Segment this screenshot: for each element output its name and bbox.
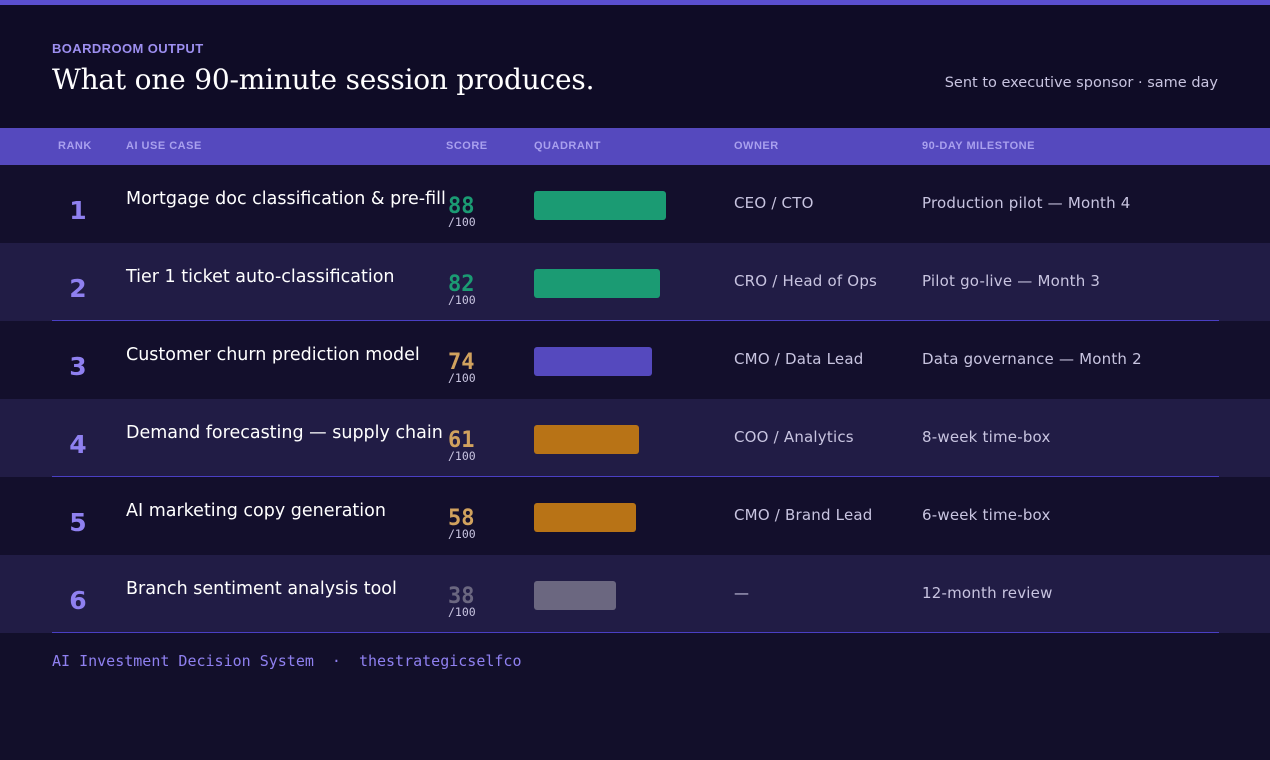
rank-number: 3 <box>69 352 87 381</box>
column-header-use-case: AI USE CASE <box>126 140 202 152</box>
milestone: Production pilot — Month 4 <box>922 194 1131 212</box>
table-header: RANK AI USE CASE SCORE QUADRANT OWNER 90… <box>0 128 1270 165</box>
owner: COO / Analytics <box>734 428 854 446</box>
footer-separator: · <box>331 652 341 670</box>
milestone: Data governance — Month 2 <box>922 350 1142 368</box>
owner: — <box>734 584 750 602</box>
rank-number: 6 <box>69 586 87 615</box>
score-denominator: /100 <box>448 215 476 229</box>
quadrant-bar <box>534 347 652 376</box>
score-denominator: /100 <box>448 527 476 541</box>
footer-product-name: AI Investment Decision System <box>52 652 314 670</box>
quadrant-bar <box>534 269 660 298</box>
use-case-name: Customer churn prediction model <box>126 345 420 365</box>
table-row[interactable]: 6 Branch sentiment analysis tool 38 /100… <box>0 555 1270 633</box>
score-denominator: /100 <box>448 371 476 385</box>
rank-number: 2 <box>69 274 87 303</box>
score-denominator: /100 <box>448 449 476 463</box>
page-title: What one 90-minute session produces. <box>52 63 595 96</box>
column-header-quadrant: QUADRANT <box>534 140 601 152</box>
row-divider <box>52 632 1219 633</box>
score-denominator: /100 <box>448 293 476 307</box>
quadrant-bar <box>534 503 636 532</box>
milestone: 6-week time-box <box>922 506 1051 524</box>
table-body: 1 Mortgage doc classification & pre-fill… <box>0 165 1270 633</box>
milestone: Pilot go-live — Month 3 <box>922 272 1101 290</box>
rank-number: 5 <box>69 508 87 537</box>
column-header-owner: OWNER <box>734 140 779 152</box>
score-denominator: /100 <box>448 605 476 619</box>
column-header-score: SCORE <box>446 140 488 152</box>
owner: CRO / Head of Ops <box>734 272 878 290</box>
milestone: 12-month review <box>922 584 1053 602</box>
table-row[interactable]: 2 Tier 1 ticket auto-classification 82 /… <box>0 243 1270 321</box>
use-case-name: Branch sentiment analysis tool <box>126 579 397 599</box>
footer-brand: thestrategicselfco <box>358 652 522 670</box>
rank-number: 1 <box>69 196 87 225</box>
column-header-milestone: 90-DAY MILESTONE <box>922 140 1035 152</box>
quadrant-bar <box>534 191 666 220</box>
owner: CMO / Brand Lead <box>734 506 873 524</box>
use-case-name: AI marketing copy generation <box>126 501 386 521</box>
owner: CMO / Data Lead <box>734 350 864 368</box>
quadrant-bar <box>534 425 639 454</box>
column-header-rank: RANK <box>58 140 92 152</box>
owner: CEO / CTO <box>734 194 814 212</box>
table-row[interactable]: 3 Customer churn prediction model 74 /10… <box>0 321 1270 399</box>
footer: AI Investment Decision System · thestrateg… <box>52 652 522 670</box>
rank-number: 4 <box>69 430 87 459</box>
section-eyebrow: BOARDROOM OUTPUT <box>52 41 204 56</box>
table-row[interactable]: 5 AI marketing copy generation 58 /100 C… <box>0 477 1270 555</box>
quadrant-bar <box>534 581 616 610</box>
use-case-name: Demand forecasting — supply chain <box>126 423 443 443</box>
use-case-name: Tier 1 ticket auto-classification <box>126 267 395 287</box>
milestone: 8-week time-box <box>922 428 1051 446</box>
page-subtitle: Sent to executive sponsor · same day <box>944 75 1218 91</box>
table-row[interactable]: 1 Mortgage doc classification & pre-fill… <box>0 165 1270 243</box>
use-case-name: Mortgage doc classification & pre-fill <box>126 189 446 209</box>
table-row[interactable]: 4 Demand forecasting — supply chain 61 /… <box>0 399 1270 477</box>
header: BOARDROOM OUTPUT What one 90-minute sess… <box>0 5 1270 128</box>
